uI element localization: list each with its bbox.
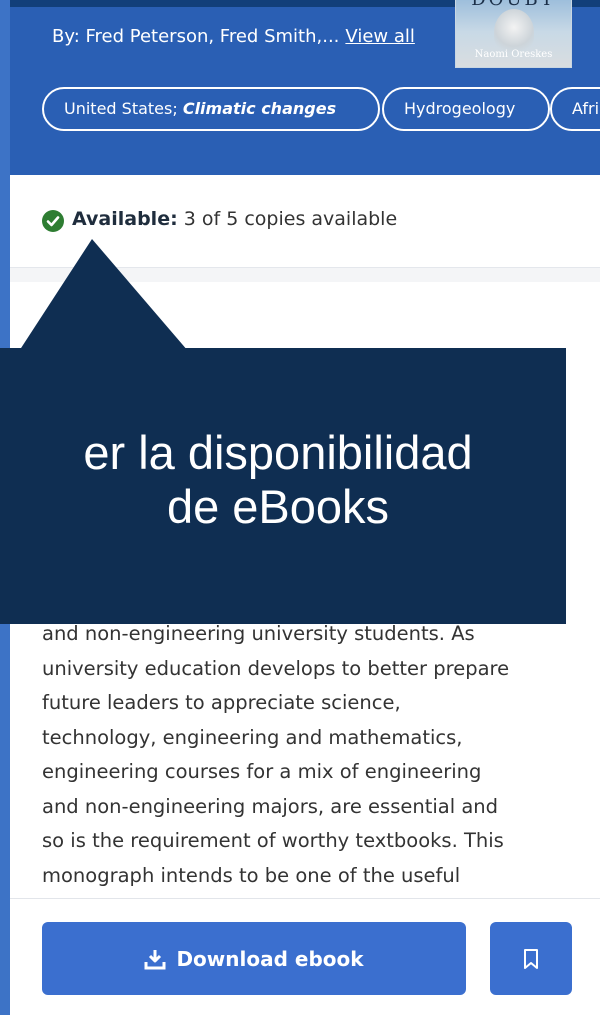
availability-label: Available: xyxy=(72,208,178,230)
description-line: so is the requirement of worthy textbook… xyxy=(42,829,504,852)
section-divider xyxy=(10,268,600,282)
authors-text: By: Fred Peterson, Fred Smith,... xyxy=(52,26,340,47)
book-description: and non-engineering university students.… xyxy=(42,617,587,893)
download-icon xyxy=(144,949,166,969)
view-all-link[interactable]: View all xyxy=(345,26,414,47)
callout-line: de eBooks xyxy=(166,480,390,533)
description-line: monograph intends to be one of the usefu… xyxy=(42,863,461,887)
callout-line: er la disponibilidad xyxy=(83,426,473,479)
tag-text: Hydrogeology xyxy=(404,99,516,118)
availability-text: Available: 3 of 5 copies available xyxy=(72,208,397,230)
availability-detail: 3 of 5 copies available xyxy=(183,208,398,230)
cover-author: Naomi Oreskes xyxy=(474,49,553,60)
check-circle-icon xyxy=(42,210,64,232)
download-label: Download ebook xyxy=(176,946,364,971)
description-line: university education develops to better … xyxy=(42,656,510,680)
tag-text: United States; xyxy=(64,99,183,118)
subject-tag-united-states[interactable]: United States; Climatic changes xyxy=(42,87,380,131)
subject-tag-africa[interactable]: Afri xyxy=(550,87,600,131)
tag-emphasis: Climatic changes xyxy=(182,99,337,118)
description-line: and non-engineering majors, are essentia… xyxy=(42,794,499,818)
bookmark-icon xyxy=(524,949,538,969)
authors-line: By: Fred Peterson, Fred Smith,... View al… xyxy=(52,26,415,47)
description-line: technology, engineering and mathematics, xyxy=(42,725,463,749)
tag-text: Afri xyxy=(572,99,600,118)
action-bar: Download ebook xyxy=(10,898,600,1016)
bookmark-button[interactable] xyxy=(490,922,572,995)
subject-tag-hydrogeology[interactable]: Hydrogeology xyxy=(382,87,550,131)
description-line: engineering courses for a mix of enginee… xyxy=(42,760,482,783)
book-header: By: Fred Peterson, Fred Smith,... View al… xyxy=(10,0,600,175)
description-line: future leaders to appreciate science, xyxy=(42,691,401,714)
book-cover-image: DOUBT Naomi Oreskes xyxy=(455,0,572,68)
download-ebook-button[interactable]: Download ebook xyxy=(42,922,466,995)
availability-row: Available: 3 of 5 copies available xyxy=(10,175,600,268)
tutorial-callout: er la disponibilidad de eBooks xyxy=(0,348,566,624)
